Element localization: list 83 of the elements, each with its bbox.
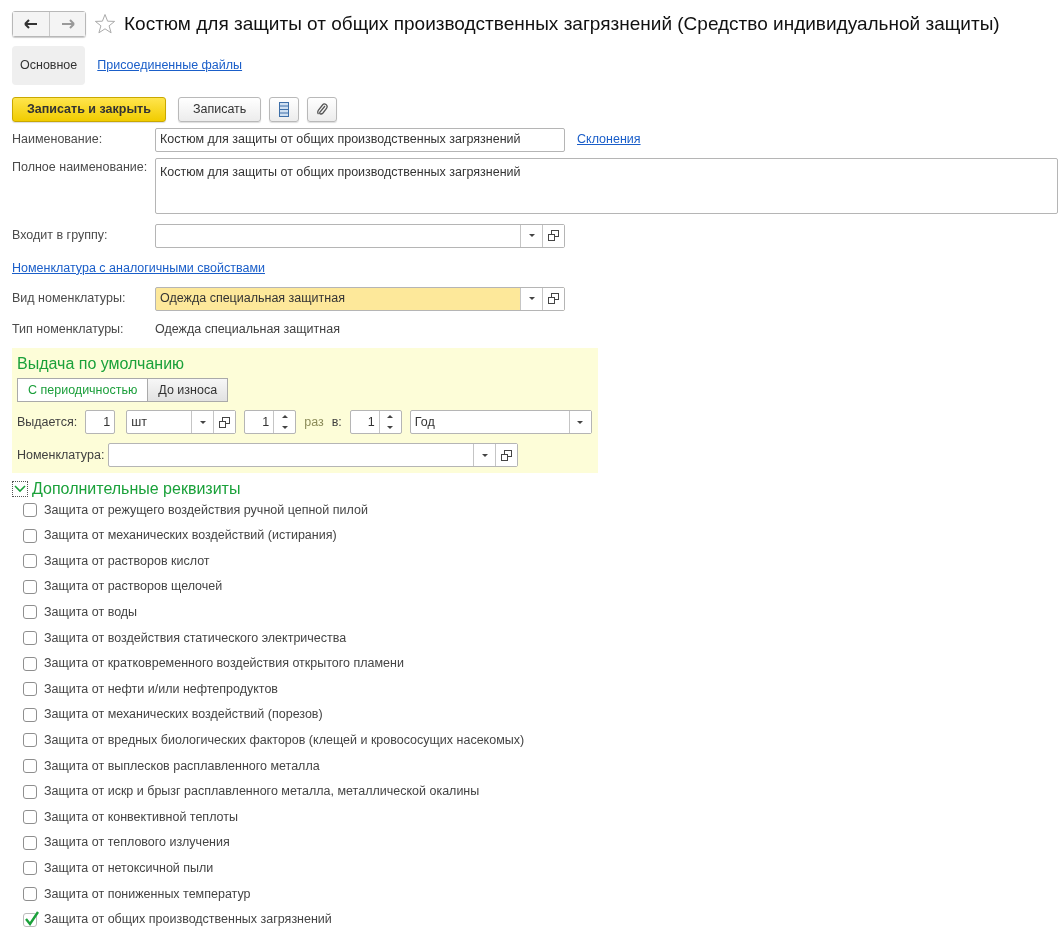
dropdown-button[interactable] <box>568 411 591 434</box>
checkbox[interactable] <box>23 784 37 799</box>
checkbox-label: Защита от искр и брызг расплавленного металла, металлической окалины <box>44 783 480 801</box>
quantity-field[interactable]: 1 <box>85 410 116 435</box>
kind-field[interactable]: Одежда специальная защитная <box>155 286 565 311</box>
unit-field[interactable]: шт <box>126 410 237 435</box>
field-label: Номенклатура: <box>17 446 105 464</box>
tab[interactable]: Основное <box>12 46 86 85</box>
checkbox-label: Защита от растворов щелочей <box>44 578 223 596</box>
checkbox-label: Защита от пониженных температур <box>44 885 251 903</box>
full-name-field[interactable]: Костюм для защиты от общих производственных загрязнений <box>155 157 1058 214</box>
attach-button[interactable] <box>307 96 338 122</box>
windows-icon <box>548 293 559 304</box>
checkbox-label: Защита от механических воздействий (порезов) <box>44 706 323 724</box>
checkbox[interactable] <box>23 733 37 748</box>
field-label: Вид номенклатуры: <box>12 290 127 308</box>
declension-link[interactable]: Склонения <box>577 130 641 150</box>
section-title: Дополнительные реквизиты <box>32 479 241 500</box>
save-button[interactable]: Записать <box>177 96 262 122</box>
save-and-close-button[interactable]: Записать и закрыть <box>12 96 166 122</box>
field-label: раз <box>304 413 324 431</box>
open-button[interactable] <box>213 411 236 434</box>
star-icon[interactable] <box>94 13 116 35</box>
windows-icon <box>219 416 231 428</box>
checkbox[interactable] <box>23 861 37 876</box>
checkbox[interactable] <box>23 886 37 901</box>
type-value: Одежда специальная защитная <box>155 320 340 338</box>
group-field[interactable] <box>155 223 565 248</box>
field-label: Наименование: <box>12 131 104 149</box>
field-label: Выдается: <box>17 413 78 431</box>
windows-icon <box>548 230 559 242</box>
paperclip-icon <box>316 102 329 117</box>
field-label: в: <box>331 413 342 431</box>
left-arrow-icon <box>24 19 38 29</box>
checkbox-label: Защита от режущего воздействия ручной цепной пилой <box>44 501 368 519</box>
checkbox[interactable] <box>23 810 37 825</box>
checkbox-label: Защита от растворов кислот <box>44 552 210 570</box>
checkbox[interactable] <box>23 605 37 620</box>
checkbox[interactable] <box>23 656 37 671</box>
period-count-field[interactable]: 1 <box>349 410 402 435</box>
open-button[interactable] <box>495 444 518 467</box>
checkbox-label: Защита от кратковременного воздействия открытого пламени <box>44 655 404 673</box>
checkbox-label: Защита от теплового излучения <box>44 834 230 852</box>
list-icon <box>279 101 290 117</box>
field-label: Входит в группу: <box>12 227 109 245</box>
checkbox[interactable] <box>23 528 37 543</box>
window-title: Костюм для защиты от общих производственных загрязнений (Средство индивидуальной защиты) <box>124 11 1000 36</box>
times-field[interactable]: 1 <box>244 410 297 435</box>
checkbox[interactable] <box>23 579 37 594</box>
checkbox-label: Защита от воды <box>44 604 138 622</box>
name-field[interactable]: Костюм для защиты от общих производственных загрязнений <box>155 127 565 152</box>
windows-icon <box>501 449 513 461</box>
mode-toggle[interactable]: С периодичностью <box>17 378 149 403</box>
checkbox[interactable] <box>23 631 37 645</box>
checkbox[interactable] <box>23 503 37 518</box>
checkbox[interactable] <box>23 835 37 850</box>
field-label: Полное наименование: <box>12 158 149 176</box>
checkbox-label: Защита от конвективной теплоты <box>44 808 238 826</box>
field-label: Тип номенклатуры: <box>12 320 125 338</box>
similar-items-link[interactable]: Номенклатура с аналогичными свойствами <box>12 258 265 278</box>
list-button[interactable] <box>269 96 300 122</box>
expand-toggle-icon[interactable] <box>12 481 28 498</box>
checkbox[interactable] <box>23 759 37 773</box>
checkbox-label: Защита от нетоксичной пыли <box>44 860 214 877</box>
tab[interactable]: Присоединенные файлы <box>89 46 251 85</box>
checkbox-label: Защита от воздействия статического электричества <box>44 629 347 647</box>
open-button[interactable] <box>542 287 564 310</box>
open-button[interactable] <box>542 224 564 247</box>
right-arrow-icon <box>60 19 75 29</box>
checkbox[interactable] <box>23 707 37 722</box>
nomenclature-field[interactable] <box>108 443 519 468</box>
checkbox-label: Защита от механических воздействий (истирания) <box>44 527 337 545</box>
back-button[interactable] <box>13 12 49 36</box>
section-title: Выдача по умолчанию <box>17 354 186 375</box>
checkbox[interactable] <box>23 682 37 697</box>
checkbox-label: Защита от нефти и/или нефтепродуктов <box>44 680 278 698</box>
checkbox[interactable] <box>23 554 37 569</box>
checkbox-label: Защита от общих производственных загрязнений <box>44 911 332 929</box>
period-field[interactable]: Год <box>409 410 592 435</box>
checkbox[interactable] <box>23 912 37 927</box>
mode-toggle[interactable]: До износа <box>148 378 229 403</box>
checkbox-label: Защита от выплесков расплавленного металла <box>44 757 320 775</box>
checkbox-label: Защита от вредных биологических факторов (клещей и кровососущих насекомых) <box>44 732 525 749</box>
